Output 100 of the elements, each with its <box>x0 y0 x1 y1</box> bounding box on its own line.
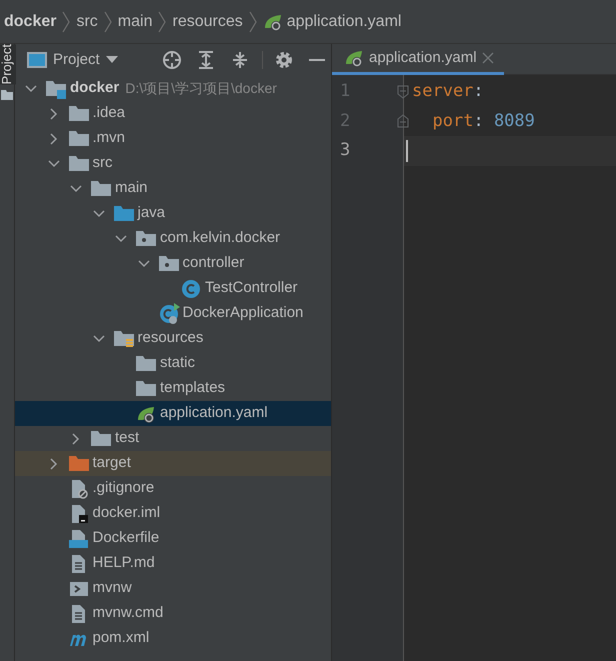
docker-file-icon <box>68 528 88 548</box>
folder-icon[interactable] <box>1 90 13 100</box>
resources-folder-icon <box>114 328 134 348</box>
tree-label: pom.xml <box>92 628 150 648</box>
chevron-down-icon[interactable] <box>25 82 37 94</box>
folder-icon <box>68 104 88 124</box>
code-line: server: <box>412 80 484 103</box>
tree-label: application.yaml <box>160 403 268 424</box>
tree-label: HELP.md <box>92 553 155 574</box>
crosshair-icon[interactable] <box>162 50 182 70</box>
tree-label: java <box>138 203 166 224</box>
tree-row[interactable]: TestController <box>15 276 331 301</box>
tree-row[interactable]: resources <box>15 326 331 351</box>
breadcrumb-item[interactable]: application.yaml <box>286 10 402 34</box>
chevron-down-icon[interactable] <box>138 258 150 270</box>
tree-row[interactable]: mvnw.cmd <box>15 601 331 626</box>
tree-row[interactable]: mvnw <box>15 576 331 601</box>
side-tab[interactable]: Project <box>0 44 16 84</box>
tree-row[interactable]: src <box>15 151 331 176</box>
separator-icon <box>62 10 70 32</box>
tree-label: DockerApplication <box>182 303 304 324</box>
tree-row[interactable]: .gitignore <box>15 476 331 501</box>
module-folder-icon <box>46 78 66 98</box>
chevron-right-icon[interactable] <box>70 432 82 444</box>
fold-marker-icon[interactable] <box>397 84 409 99</box>
tree-label: .mvn <box>92 128 126 148</box>
tree-label: TestController <box>205 278 298 298</box>
minimize-icon[interactable] <box>309 58 325 62</box>
folder-icon <box>68 454 88 474</box>
chevron-down-icon[interactable] <box>115 232 127 244</box>
tree-label: mvnw <box>92 578 132 598</box>
tree-row[interactable]: controller <box>15 251 331 276</box>
breadcrumb-item[interactable]: main <box>118 10 152 34</box>
tree-label: com.kelvin.docker <box>160 228 280 248</box>
tree-label: templates <box>160 378 226 398</box>
tree-label: resources <box>138 328 204 348</box>
tree-row[interactable]: DockerApplication <box>15 301 331 326</box>
folder-icon <box>91 428 111 448</box>
breadcrumb-item[interactable]: resources <box>172 10 243 34</box>
package-icon <box>136 228 156 248</box>
tree-label: .gitignore <box>92 478 154 498</box>
separator-icon <box>248 10 257 32</box>
folder-icon <box>136 378 156 398</box>
tree-row[interactable]: docker D:\项目\学习项目\docker <box>15 76 331 101</box>
breadcrumb-item[interactable]: src <box>76 10 98 34</box>
dropdown-caret-icon[interactable] <box>106 56 118 64</box>
separator-icon <box>104 10 112 32</box>
tree-label: static <box>160 353 196 374</box>
spring-leaf-icon <box>344 48 364 68</box>
chevron-down-icon[interactable] <box>92 208 104 220</box>
tree-label: test <box>115 428 140 448</box>
tree-label: mvnw.cmd <box>92 603 164 624</box>
folder-icon <box>91 178 111 198</box>
tree-label: target <box>92 453 131 474</box>
breadcrumb-item[interactable]: docker <box>4 10 56 34</box>
tree-row[interactable]: test <box>15 426 331 451</box>
tree-label: docker <box>70 78 120 98</box>
tree-label: Dockerfile <box>92 528 160 548</box>
folder-icon <box>136 354 156 374</box>
class-icon <box>181 278 201 298</box>
tree-row[interactable]: Dockerfile <box>15 526 331 551</box>
folder-icon <box>68 154 88 174</box>
tree-label: .idea <box>92 103 126 124</box>
collapse-all-icon[interactable] <box>230 50 250 70</box>
tree-row[interactable]: pom.xml <box>15 626 331 651</box>
tree-row[interactable]: static <box>15 351 331 376</box>
tree-label: docker.iml <box>92 503 160 524</box>
chevron-right-icon[interactable] <box>48 458 60 470</box>
tree-row[interactable]: java <box>15 201 331 226</box>
tree-row[interactable]: target <box>15 451 331 476</box>
expand-all-icon[interactable] <box>196 50 216 70</box>
settings-icon[interactable] <box>275 51 293 69</box>
tree-row[interactable]: .idea <box>15 101 331 126</box>
tree-row[interactable]: docker.iml <box>15 501 331 526</box>
tree-row[interactable]: templates <box>15 376 331 401</box>
panel-title[interactable]: Project <box>53 48 100 72</box>
tree-row[interactable]: com.kelvin.docker <box>15 226 331 251</box>
folder-icon <box>114 204 134 224</box>
chevron-down-icon[interactable] <box>70 182 82 194</box>
fold-marker-icon[interactable] <box>397 114 409 128</box>
path-hint: D:\项目\学习项目\docker <box>125 79 277 98</box>
tree-label: controller <box>182 253 244 274</box>
panel-icon <box>27 52 47 68</box>
folder-icon <box>68 128 88 148</box>
tree-label: main <box>115 178 148 198</box>
tree-label: src <box>92 153 112 174</box>
chevron-right-icon[interactable] <box>48 108 60 120</box>
tree-row[interactable]: main <box>15 176 331 201</box>
close-icon[interactable] <box>482 52 494 64</box>
code-line: port: 8089 <box>432 110 535 132</box>
package-icon <box>158 254 178 274</box>
tree-row[interactable]: HELP.md <box>15 551 331 576</box>
separator-icon <box>158 10 166 32</box>
tree-row[interactable]: .mvn <box>15 126 331 151</box>
chevron-right-icon[interactable] <box>48 132 60 144</box>
runnable-class-icon <box>158 302 180 324</box>
line-number: 3 <box>339 139 350 162</box>
chevron-down-icon[interactable] <box>48 158 60 170</box>
chevron-down-icon[interactable] <box>92 332 104 344</box>
tree-row[interactable]: application.yaml <box>15 401 331 426</box>
